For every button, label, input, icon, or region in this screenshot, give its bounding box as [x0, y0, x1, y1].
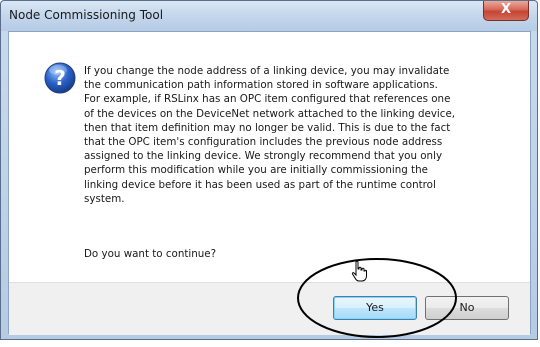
title-bar[interactable]: Node Commissioning Tool X: [1, 1, 537, 31]
dialog-window: Node Commissioning Tool X ? If you chang…: [0, 0, 538, 340]
question-icon: ?: [44, 62, 76, 94]
message-line: If you change the node address of a link…: [84, 65, 450, 77]
close-button[interactable]: X: [483, 1, 529, 21]
svg-text:?: ?: [54, 66, 66, 90]
message-line: assigned to the linking device. We stron…: [84, 150, 443, 163]
message-line: For example, if RSLinx has an OPC item c…: [84, 93, 451, 106]
message-line: system.: [84, 192, 125, 205]
message-line: that the OPC item's configuration includ…: [84, 136, 443, 149]
mouse-cursor-icon: [351, 261, 367, 282]
close-icon: X: [500, 2, 512, 17]
yes-button[interactable]: Yes: [333, 296, 417, 320]
question-text: Do you want to continue?: [84, 248, 217, 260]
message-line: perform this modification while you are …: [84, 164, 428, 177]
button-bar: Yes No: [9, 282, 530, 335]
message-line: then that item definition may no longer …: [84, 121, 451, 134]
window-title: Node Commissioning Tool: [9, 8, 164, 22]
message-line: linking device before it has been used a…: [84, 178, 436, 191]
message-line: of the devices on the DeviceNet network …: [84, 107, 456, 120]
dialog-body: ? If you change the node address of a li…: [8, 31, 531, 335]
message-line: the communication path information store…: [84, 79, 438, 92]
message-text: If you change the node address of a link…: [84, 64, 509, 206]
no-button[interactable]: No: [425, 296, 509, 320]
